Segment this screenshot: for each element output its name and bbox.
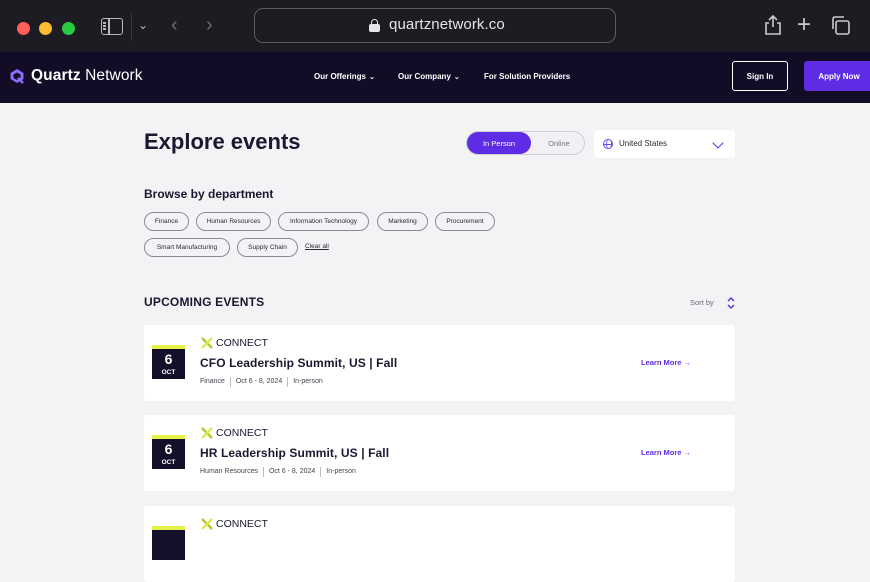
toolbar-divider <box>131 13 132 41</box>
event-month: OCT <box>161 369 176 376</box>
clear-all-link[interactable]: Clear all <box>305 243 329 250</box>
tab-overview-icon[interactable] <box>831 16 850 35</box>
chevron-down-icon <box>712 137 724 149</box>
minimize-window-button[interactable] <box>39 22 52 35</box>
event-date-badge: 6 OCT <box>152 435 185 469</box>
chip-human-resources[interactable]: Human Resources <box>196 212 271 231</box>
event-date-badge: 6 OCT <box>152 345 185 379</box>
country-value: United States <box>619 139 668 148</box>
sort-icon[interactable] <box>727 296 735 310</box>
event-card[interactable]: 6 OCT CONNECT HR Leadership Summit, US |… <box>144 415 735 491</box>
event-title[interactable]: CFO Leadership Summit, US | Fall <box>200 356 397 370</box>
country-select[interactable]: United States <box>594 130 735 158</box>
nav-label: Our Company <box>398 72 451 81</box>
brand-light: Network <box>80 67 143 84</box>
toggle-online[interactable]: Online <box>533 132 585 154</box>
event-card[interactable]: CONNECT <box>144 506 735 582</box>
chip-information-technology[interactable]: Information Technology <box>278 212 369 231</box>
event-meta: Finance Oct 6 - 8, 2024 In-person <box>200 377 323 387</box>
connect-logo-icon <box>201 518 213 530</box>
chip-finance[interactable]: Finance <box>144 212 189 231</box>
learn-more-link[interactable]: Learn More → <box>641 448 691 457</box>
event-department: Finance <box>200 378 225 385</box>
close-window-button[interactable] <box>17 22 30 35</box>
event-month: OCT <box>161 459 176 466</box>
chip-supply-chain[interactable]: Supply Chain <box>237 238 298 257</box>
lock-icon <box>369 19 380 32</box>
url-text: quartznetwork.co <box>389 16 505 33</box>
event-format-toggle: In Person Online <box>466 131 585 155</box>
nav-our-offerings[interactable]: Our Offerings ⌄ <box>314 72 375 81</box>
event-dates: Oct 6 - 8, 2024 <box>268 468 316 475</box>
sidebar-icon[interactable] <box>101 18 123 35</box>
address-bar[interactable]: quartznetwork.co <box>254 8 616 43</box>
zoom-window-button[interactable] <box>62 22 75 35</box>
nav-label: Our Offerings <box>314 72 367 81</box>
brand-name[interactable]: Quartz Network <box>31 67 143 85</box>
event-day: 6 <box>164 441 173 457</box>
forward-icon[interactable]: › <box>206 14 213 37</box>
connect-logo-icon <box>201 427 213 439</box>
event-format: In-person <box>293 378 323 385</box>
nav-label: For Solution Providers <box>484 72 571 81</box>
apply-now-button[interactable]: Apply Now <box>804 61 870 91</box>
event-brand: CONNECT <box>216 518 268 530</box>
sign-in-button[interactable]: Sign In <box>732 61 788 91</box>
event-dates: Oct 6 - 8, 2024 <box>235 378 283 385</box>
toggle-in-person[interactable]: In Person <box>467 132 531 154</box>
event-card[interactable]: 6 OCT CONNECT CFO Leadership Summit, US … <box>144 325 735 401</box>
department-heading: Browse by department <box>144 187 274 201</box>
event-meta: Human Resources Oct 6 - 8, 2024 In-perso… <box>200 467 356 477</box>
sort-by-label[interactable]: Sort by <box>690 298 714 307</box>
chip-marketing[interactable]: Marketing <box>377 212 428 231</box>
new-tab-icon[interactable]: + <box>797 11 811 39</box>
chip-procurement[interactable]: Procurement <box>435 212 495 231</box>
event-brand: CONNECT <box>216 337 268 349</box>
back-icon[interactable]: ‹ <box>171 14 178 37</box>
event-date-badge <box>152 526 185 560</box>
nav-for-solution-providers[interactable]: For Solution Providers <box>484 72 570 81</box>
page-title: Explore events <box>144 129 301 154</box>
quartz-logo-icon[interactable] <box>9 68 25 84</box>
connect-logo-icon <box>201 337 213 349</box>
chevron-down-icon: ⌄ <box>369 74 375 81</box>
event-title[interactable]: HR Leadership Summit, US | Fall <box>200 446 389 460</box>
browser-toolbar: ⌄ ‹ › quartznetwork.co + <box>0 0 870 52</box>
learn-more-link[interactable]: Learn More → <box>641 358 691 367</box>
nav-our-company[interactable]: Our Company ⌄ <box>398 72 460 81</box>
chip-smart-manufacturing[interactable]: Smart Manufacturing <box>144 238 230 257</box>
chevron-down-icon[interactable]: ⌄ <box>138 18 148 32</box>
brand-bold: Quartz <box>31 67 81 84</box>
chevron-down-icon: ⌄ <box>453 74 460 81</box>
globe-icon <box>603 139 613 149</box>
event-format: In-person <box>326 468 356 475</box>
event-day: 6 <box>164 351 173 367</box>
event-brand: CONNECT <box>216 427 268 439</box>
event-department: Human Resources <box>200 468 258 475</box>
upcoming-events-heading: UPCOMING EVENTS <box>144 295 265 309</box>
share-icon[interactable] <box>764 14 782 36</box>
